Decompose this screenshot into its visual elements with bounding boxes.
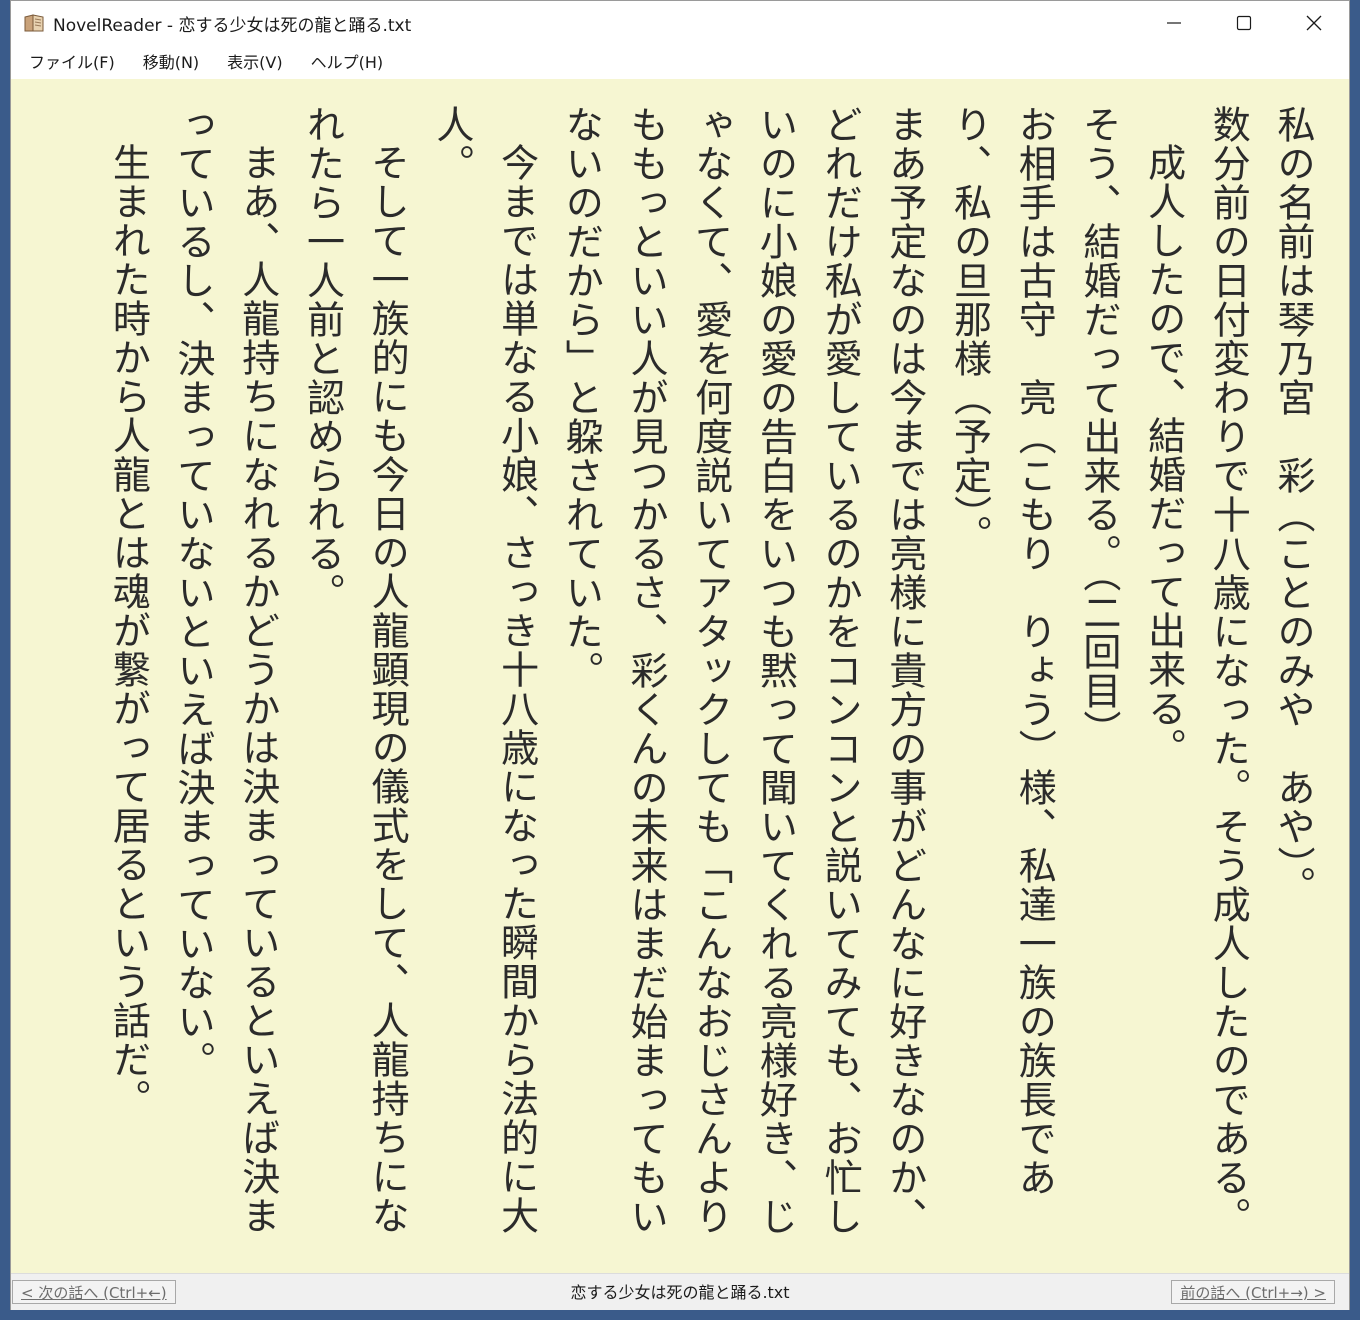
- menu-file[interactable]: ファイル(F): [11, 45, 129, 79]
- reading-area[interactable]: 私の名前は琴乃宮 彩（ことのみや あや）。 数分前の日付変わりで十八歳になった。…: [11, 79, 1349, 1273]
- previous-episode-button[interactable]: 前の話へ (Ctrl+→) >: [1171, 1280, 1335, 1304]
- paragraph: 成人したので、結婚だって出来る。: [1141, 143, 1186, 767]
- menu-help[interactable]: ヘルプ(H): [297, 45, 398, 79]
- menu-move[interactable]: 移動(N): [129, 45, 213, 79]
- menu-view[interactable]: 表示(V): [213, 45, 296, 79]
- paragraph: 生まれた時から人龍とは魂が繋がって居るという話だ。: [106, 143, 151, 1118]
- maximize-icon: [1236, 15, 1252, 31]
- close-icon: [1306, 15, 1322, 31]
- app-window: NovelReader - 恋する少女は死の龍と踊る.txt ファイル(F) 移…: [10, 0, 1350, 1310]
- paragraph: まあ予定なのは今までは亮様に貴方の事がどんなに好きなのか、どれだけ私が愛している…: [559, 105, 927, 1236]
- paragraph: そう、結婚だって出来る。（二回目）: [1076, 105, 1121, 749]
- paragraph: 数分前の日付変わりで十八歳になった。そう成人したのである。: [1206, 105, 1251, 1236]
- paragraph: そして一族的にも今日の人龍顕現の儀式をして、人龍持ちになれたら一人前と認められる…: [300, 105, 410, 1235]
- next-episode-button[interactable]: < 次の話へ (Ctrl+←): [12, 1280, 176, 1304]
- book-icon: [24, 14, 44, 32]
- novel-text: 私の名前は琴乃宮 彩（ことのみや あや）。 数分前の日付変わりで十八歳になった。…: [96, 105, 1325, 1265]
- paragraph: まあ、人龍持ちになれるかどうかは決まっているといえば決まっているし、決まっていな…: [171, 105, 280, 1235]
- window-title: NovelReader - 恋する少女は死の龍と踊る.txt: [53, 15, 412, 36]
- paragraph: 私の名前は琴乃宮 彩（ことのみや あや）。: [1271, 105, 1315, 905]
- menu-bar: ファイル(F) 移動(N) 表示(V) ヘルプ(H): [11, 45, 1349, 79]
- minimize-icon: [1167, 22, 1181, 24]
- title-bar[interactable]: NovelReader - 恋する少女は死の龍と踊る.txt: [11, 1, 1349, 45]
- close-button[interactable]: [1279, 1, 1349, 45]
- paragraph: お相手は古守 亮（こもり りょう）様、私達一族の族長であり、私の旦那様（予定）。: [947, 105, 1057, 1197]
- minimize-button[interactable]: [1139, 1, 1209, 45]
- status-filename: 恋する少女は死の龍と踊る.txt: [570, 1283, 790, 1302]
- maximize-button[interactable]: [1209, 1, 1279, 45]
- paragraph: 今までは単なる小娘、さっき十八歳になった瞬間から法的に大人。: [429, 105, 539, 1235]
- status-bar: 恋する少女は死の龍と踊る.txt < 次の話へ (Ctrl+←) 前の話へ (C…: [11, 1273, 1349, 1310]
